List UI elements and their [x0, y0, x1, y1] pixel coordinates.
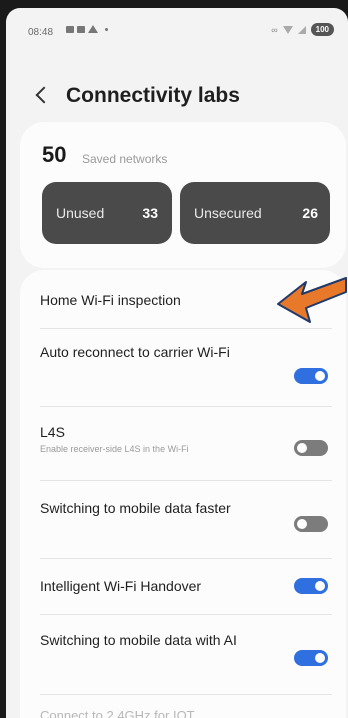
switch-ai-toggle[interactable]: [294, 650, 328, 666]
l4s-label: L4S: [40, 424, 65, 440]
switch-ai-item[interactable]: Switching to mobile data with AI: [40, 630, 240, 650]
toggle-knob: [315, 653, 325, 663]
signal-icon: [297, 25, 306, 34]
link-icon: ∞: [271, 24, 278, 35]
intelligent-handover-label: Intelligent Wi-Fi Handover: [40, 578, 202, 594]
saved-networks-card[interactable]: 50 Saved networks Unused 33 Unsecured 26: [20, 122, 346, 268]
battery-icon: 100: [310, 23, 334, 36]
switch-faster-item[interactable]: Switching to mobile data faster: [40, 498, 240, 518]
l4s-item[interactable]: L4S Enable receiver-side L4S in the Wi-F…: [40, 422, 290, 454]
toggle-knob: [315, 581, 325, 591]
divider: [40, 614, 332, 615]
l4s-toggle[interactable]: [294, 440, 328, 456]
switch-faster-label: Switching to mobile data faster: [40, 500, 231, 516]
unused-networks-button[interactable]: Unused 33: [42, 182, 172, 244]
divider: [40, 480, 332, 481]
status-indicators: ∞ 100: [271, 23, 334, 36]
chevron-left-icon: [35, 86, 52, 104]
toggle-knob: [297, 519, 307, 529]
auto-reconnect-label: Auto reconnect to carrier Wi-Fi: [40, 344, 230, 360]
unsecured-networks-button[interactable]: Unsecured 26: [180, 182, 330, 244]
app-header: Connectivity labs: [6, 80, 348, 110]
switch-ai-label: Switching to mobile data with AI: [40, 632, 237, 648]
message-icon: [77, 25, 85, 33]
connect-2-4ghz-label: Connect to 2.4GHz for IOT: [40, 708, 195, 718]
unused-label: Unused: [56, 205, 105, 221]
unused-count: 33: [142, 205, 158, 221]
status-time: 08:48: [28, 27, 54, 38]
gallery-icon: [66, 25, 74, 33]
toggle-knob: [297, 443, 307, 453]
phone-screen: 08:48 ∞ 100 Connectivity labs 50 Saved n…: [6, 8, 348, 718]
back-button[interactable]: [30, 80, 52, 110]
toggle-knob: [315, 371, 325, 381]
image-icon: [88, 25, 98, 33]
intelligent-handover-item[interactable]: Intelligent Wi-Fi Handover: [40, 576, 330, 596]
saved-networks-label: Saved networks: [82, 152, 168, 166]
switch-faster-toggle[interactable]: [294, 516, 328, 532]
status-bar: 08:48 ∞ 100: [6, 8, 348, 52]
auto-reconnect-toggle[interactable]: [294, 368, 328, 384]
divider: [40, 406, 332, 407]
divider: [40, 694, 332, 695]
annotation-arrow: [277, 277, 347, 323]
wifi-icon: [282, 25, 293, 34]
notification-icons: [66, 25, 108, 33]
unsecured-label: Unsecured: [194, 205, 262, 221]
l4s-description: Enable receiver-side L4S in the Wi-Fi: [40, 444, 189, 454]
connect-2-4ghz-item[interactable]: Connect to 2.4GHz for IOT: [40, 708, 330, 718]
saved-networks-count: 50: [42, 142, 67, 167]
auto-reconnect-item[interactable]: Auto reconnect to carrier Wi-Fi: [40, 342, 270, 362]
settings-card: Home Wi-Fi inspection Auto reconnect to …: [20, 270, 346, 718]
page-title: Connectivity labs: [66, 84, 240, 107]
intelligent-handover-toggle[interactable]: [294, 578, 328, 594]
unsecured-count: 26: [302, 205, 318, 221]
more-notifications-icon: [105, 27, 108, 31]
divider: [40, 558, 332, 559]
